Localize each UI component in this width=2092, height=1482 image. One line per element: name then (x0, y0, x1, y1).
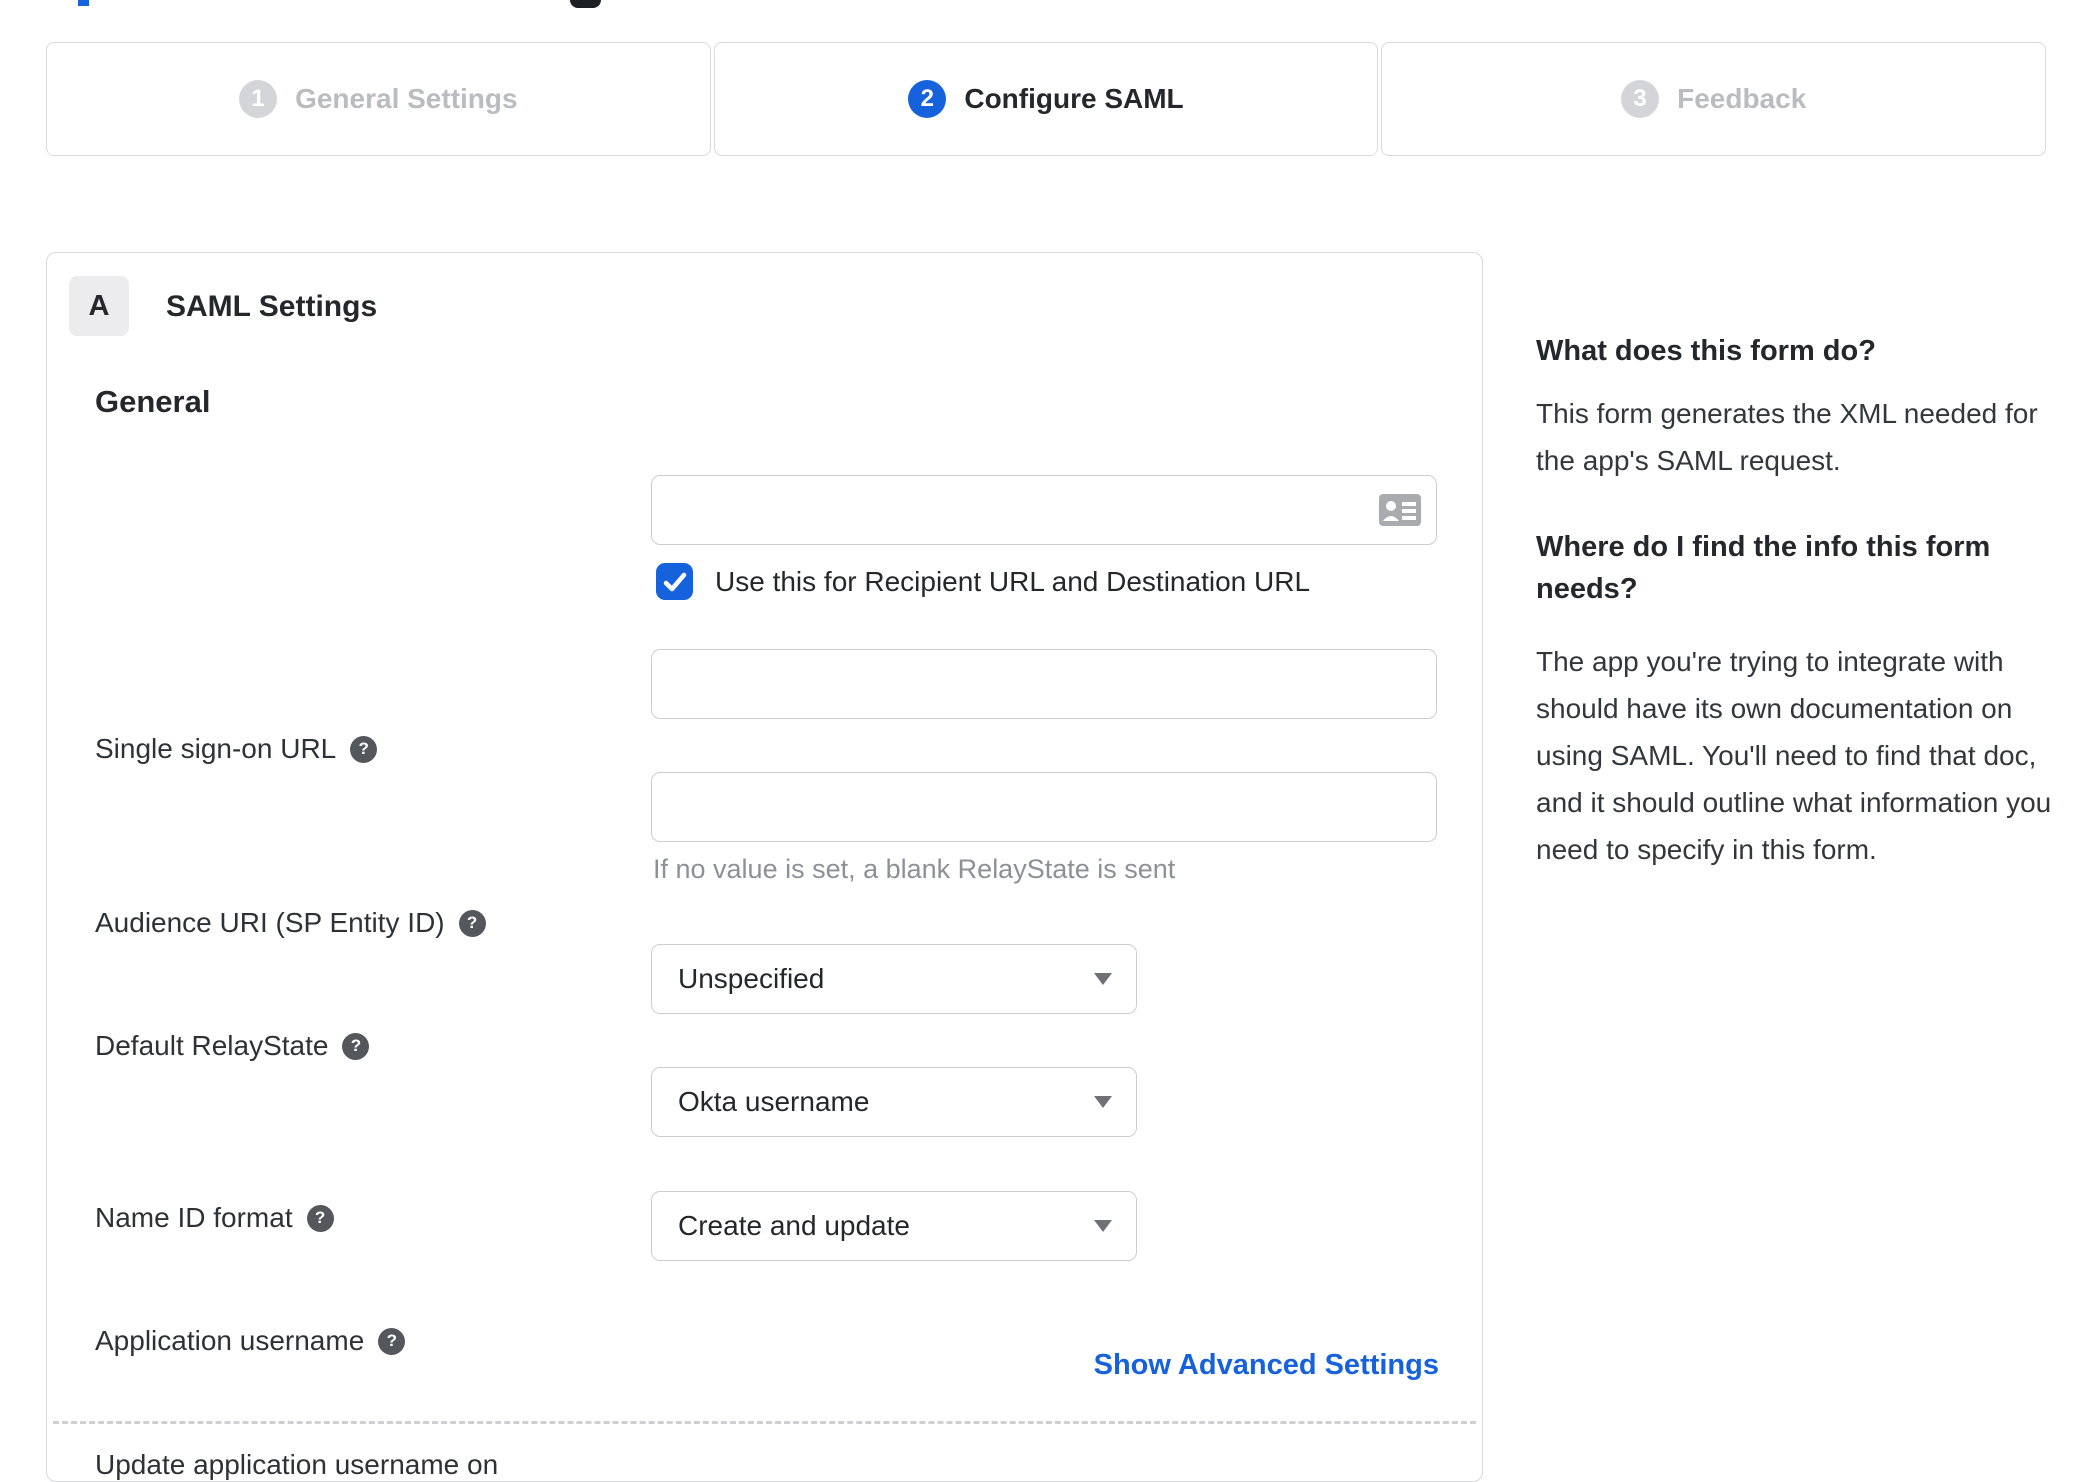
sidebar-question-2: Where do I find the info this form needs… (1536, 531, 1991, 605)
recipient-url-checkbox-label: Use this for Recipient URL and Destinati… (715, 565, 1311, 597)
nameid-format-label: Name ID format ? (95, 1202, 334, 1234)
show-advanced-settings-link[interactable]: Show Advanced Settings (1094, 1349, 1439, 1382)
sidebar-question-1: What does this form do? (1536, 335, 1876, 367)
checkmark-icon (663, 572, 686, 591)
help-icon[interactable]: ? (306, 1204, 334, 1232)
recipient-url-checkbox[interactable] (656, 563, 693, 600)
relaystate-label: Default RelayState ? (95, 1030, 370, 1062)
help-icon[interactable]: ? (458, 909, 486, 937)
nameid-format-label-text: Name ID format (95, 1202, 293, 1233)
step-general-settings[interactable]: 1 General Settings (46, 42, 711, 156)
section-dashed-divider (53, 1421, 1476, 1424)
recipient-url-checkbox-row: Use this for Recipient URL and Destinati… (656, 563, 1310, 600)
app-username-value: Okta username (678, 1086, 870, 1117)
audience-uri-label-text: Audience URI (SP Entity ID) (95, 907, 445, 938)
step-label: Configure SAML (964, 83, 1184, 114)
update-username-value: Create and update (678, 1210, 910, 1241)
relaystate-label-text: Default RelayState (95, 1030, 329, 1061)
app-username-label: Application username ? (95, 1325, 406, 1357)
sso-url-input[interactable] (651, 475, 1437, 545)
step-configure-saml[interactable]: 2 Configure SAML (713, 42, 1379, 156)
help-icon[interactable]: ? (378, 1327, 406, 1355)
chevron-down-icon (1094, 973, 1112, 985)
section-a-badge: A (69, 276, 129, 336)
relaystate-hint: If no value is set, a blank RelayState i… (653, 854, 1176, 884)
contact-card-icon (1379, 494, 1421, 526)
update-username-label-text: Update application username on (95, 1449, 499, 1480)
relaystate-input[interactable] (651, 772, 1437, 842)
general-section-title: General (95, 384, 211, 419)
cutoff-blue-accent (78, 0, 89, 6)
cutoff-icon-fragment (570, 0, 601, 8)
sidebar-answer-1: This form generates the XML needed for t… (1536, 398, 2038, 476)
help-icon[interactable]: ? (342, 1032, 370, 1060)
saml-settings-panel: A SAML Settings General Single sign-on U… (46, 252, 1483, 1482)
help-icon[interactable]: ? (350, 735, 378, 763)
step-number-badge: 2 (908, 80, 947, 118)
audience-uri-label: Audience URI (SP Entity ID) ? (95, 907, 486, 939)
nameid-format-value: Unspecified (678, 963, 825, 994)
sidebar-answer-2: The app you're trying to integrate with … (1536, 646, 2052, 865)
chevron-down-icon (1094, 1220, 1112, 1232)
update-username-select[interactable]: Create and update (651, 1191, 1137, 1261)
step-label: Feedback (1677, 83, 1807, 114)
app-username-label-text: Application username (95, 1325, 365, 1356)
step-label: General Settings (295, 83, 518, 114)
step-number-badge: 1 (239, 80, 278, 118)
chevron-down-icon (1094, 1096, 1112, 1108)
sso-url-field-wrap (651, 475, 1437, 545)
sso-url-label: Single sign-on URL ? (95, 733, 378, 765)
audience-uri-input[interactable] (651, 649, 1437, 719)
nameid-format-select[interactable]: Unspecified (651, 944, 1137, 1014)
sso-url-label-text: Single sign-on URL (95, 733, 337, 764)
step-number-badge: 3 (1621, 80, 1660, 118)
update-username-label: Update application username on (95, 1449, 498, 1481)
panel-title: SAML Settings (166, 290, 378, 323)
wizard-stepper: 1 General Settings 2 Configure SAML 3 Fe… (46, 42, 2047, 156)
app-username-select[interactable]: Okta username (651, 1067, 1137, 1137)
step-feedback[interactable]: 3 Feedback (1381, 42, 2047, 156)
